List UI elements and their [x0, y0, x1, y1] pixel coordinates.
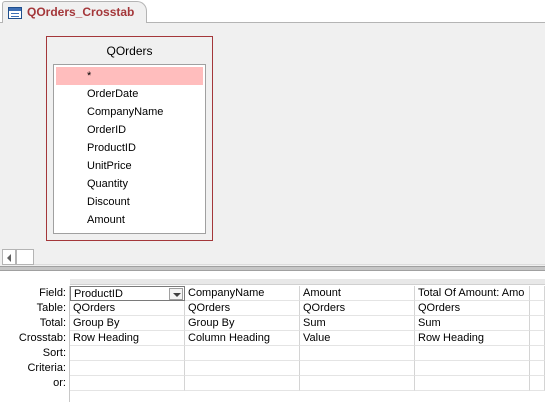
- table-field-list-window[interactable]: QOrders * OrderDate CompanyName OrderID …: [46, 36, 213, 241]
- scroll-left-arrow-icon[interactable]: [2, 249, 16, 265]
- row-label-field: Field:: [39, 287, 66, 299]
- table-cell-2[interactable]: QOrders: [185, 301, 300, 316]
- grid-row-total: Group By Group By Sum Sum: [70, 316, 545, 331]
- sort-cell-4[interactable]: [415, 346, 530, 361]
- tab-label: QOrders_Crosstab: [27, 5, 135, 19]
- field-item-companyname[interactable]: CompanyName: [54, 103, 205, 121]
- field-list[interactable]: * OrderDate CompanyName OrderID ProductI…: [53, 64, 206, 234]
- row-label-sort: Sort:: [42, 347, 66, 359]
- field-cell-3[interactable]: Amount: [300, 286, 415, 301]
- field-item-quantity[interactable]: Quantity: [54, 175, 205, 193]
- or-cell-4[interactable]: [415, 376, 530, 391]
- sort-cell-2[interactable]: [185, 346, 300, 361]
- field-cell-1[interactable]: ProductID: [70, 286, 185, 301]
- table-cell-5[interactable]: [530, 301, 545, 316]
- grid-row-sort: [70, 346, 545, 361]
- criteria-cell-3[interactable]: [300, 361, 415, 376]
- field-cell-4[interactable]: Total Of Amount: Amo: [415, 286, 530, 301]
- field-item-unitprice[interactable]: UnitPrice: [54, 157, 205, 175]
- crosstab-cell-2[interactable]: Column Heading: [185, 331, 300, 346]
- query-design-upper-pane: QOrders * OrderDate CompanyName OrderID …: [0, 23, 545, 247]
- grid-row-field: ProductID CompanyName Amount Total Of Am…: [70, 286, 545, 301]
- crosstab-cell-3[interactable]: Value: [300, 331, 415, 346]
- total-cell-4[interactable]: Sum: [415, 316, 530, 331]
- table-cell-3[interactable]: QOrders: [300, 301, 415, 316]
- scrollbar-thumb[interactable]: [16, 249, 34, 265]
- total-cell-1[interactable]: Group By: [70, 316, 185, 331]
- design-grid: ProductID CompanyName Amount Total Of Am…: [70, 286, 545, 391]
- grid-row-or: [70, 376, 545, 391]
- sort-cell-1[interactable]: [70, 346, 185, 361]
- criteria-cell-2[interactable]: [185, 361, 300, 376]
- field-cell-2[interactable]: CompanyName: [185, 286, 300, 301]
- grid-row-crosstab: Row Heading Column Heading Value Row Hea…: [70, 331, 545, 346]
- or-cell-5[interactable]: [530, 376, 545, 391]
- crosstab-cell-4[interactable]: Row Heading: [415, 331, 530, 346]
- dropdown-arrow-icon[interactable]: [169, 288, 183, 300]
- document-tab-strip: QOrders_Crosstab: [0, 0, 545, 24]
- row-label-or: or:: [53, 377, 66, 389]
- row-label-total: Total:: [39, 317, 66, 329]
- sort-cell-3[interactable]: [300, 346, 415, 361]
- scrollbar-track[interactable]: [34, 264, 545, 265]
- crosstab-query-icon: [8, 7, 22, 19]
- tab-qorders-crosstab[interactable]: QOrders_Crosstab: [2, 1, 148, 24]
- horizontal-scrollbar[interactable]: [0, 249, 545, 265]
- field-item-productid[interactable]: ProductID: [54, 139, 205, 157]
- field-item-orderdate[interactable]: OrderDate: [54, 85, 205, 103]
- field-cell-5[interactable]: [530, 286, 545, 301]
- column-selector-bar[interactable]: [70, 279, 545, 285]
- total-cell-5[interactable]: [530, 316, 545, 331]
- field-item-amount[interactable]: Amount: [54, 211, 205, 229]
- sort-cell-5[interactable]: [530, 346, 545, 361]
- grid-row-criteria: [70, 361, 545, 376]
- table-cell-4[interactable]: QOrders: [415, 301, 530, 316]
- criteria-cell-5[interactable]: [530, 361, 545, 376]
- row-label-criteria: Criteria:: [27, 362, 66, 374]
- grid-row-table: QOrders QOrders QOrders QOrders: [70, 301, 545, 316]
- field-cell-value: ProductID: [74, 288, 123, 300]
- query-design-grid-pane: Field: Table: Total: Crosstab: Sort: Cri…: [0, 271, 545, 402]
- row-label-table: Table:: [36, 302, 66, 314]
- criteria-cell-4[interactable]: [415, 361, 530, 376]
- or-cell-2[interactable]: [185, 376, 300, 391]
- or-cell-1[interactable]: [70, 376, 185, 391]
- field-item-discount[interactable]: Discount: [54, 193, 205, 211]
- total-cell-3[interactable]: Sum: [300, 316, 415, 331]
- field-item-all[interactable]: *: [56, 67, 203, 85]
- table-title: QOrders: [106, 44, 153, 58]
- grid-row-labels: Field: Table: Total: Crosstab: Sort: Cri…: [0, 286, 66, 391]
- row-label-crosstab: Crosstab:: [18, 332, 66, 344]
- or-cell-3[interactable]: [300, 376, 415, 391]
- crosstab-cell-1[interactable]: Row Heading: [70, 331, 185, 346]
- criteria-cell-1[interactable]: [70, 361, 185, 376]
- total-cell-2[interactable]: Group By: [185, 316, 300, 331]
- field-item-orderid[interactable]: OrderID: [54, 121, 205, 139]
- table-cell-1[interactable]: QOrders: [70, 301, 185, 316]
- crosstab-cell-5[interactable]: [530, 331, 545, 346]
